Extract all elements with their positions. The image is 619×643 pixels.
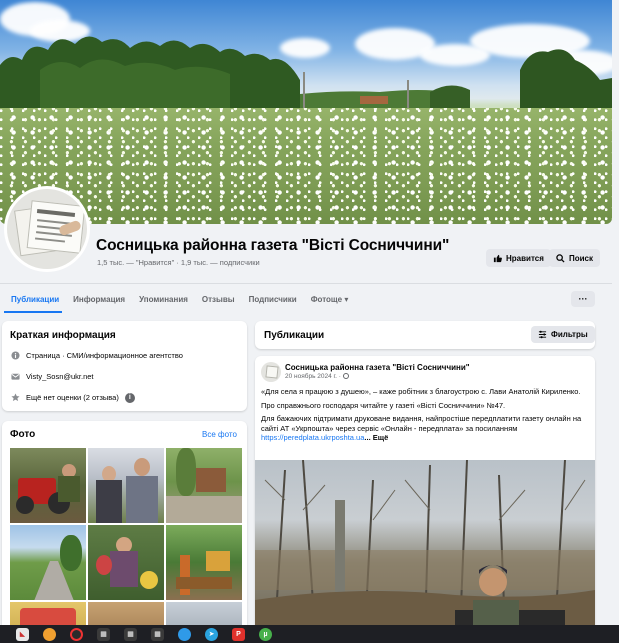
post-author-avatar[interactable] — [261, 362, 281, 382]
telegram-icon[interactable]: ➤ — [205, 627, 218, 641]
filters-button[interactable]: Фильтры — [531, 326, 595, 343]
tree-line — [0, 36, 612, 110]
photo-two-people[interactable] — [88, 448, 164, 523]
all-photos-link[interactable]: Все фото — [202, 430, 237, 439]
about-category: Страница · СМИ/информационное агентство — [10, 345, 242, 366]
star-icon — [10, 393, 20, 403]
rating-info-badge[interactable]: i — [124, 392, 135, 403]
chevron-down-icon: ▾ — [344, 294, 349, 304]
post-paragraph-2: Про справжнього господаря читайте у газе… — [261, 400, 506, 410]
photo-park-path[interactable] — [166, 448, 242, 523]
about-title: Краткая информация — [10, 330, 116, 341]
tab-followers[interactable]: Подписчики — [242, 285, 304, 313]
see-more-link[interactable]: ... Ещё — [364, 433, 388, 442]
daffodil-field — [0, 108, 612, 224]
post-date[interactable]: 20 ноябрь 2024 г. — [285, 373, 337, 380]
post-date-separator: · — [338, 373, 341, 380]
tab-reviews[interactable]: Отзывы — [195, 285, 242, 313]
about-card: Краткая информация Страница · СМИ/информ… — [2, 321, 247, 411]
post-paragraph-3: Для бажаючих підтримати друковане виданн… — [261, 414, 582, 442]
about-rating: Ещё нет оценки (2 отзыва) i — [10, 387, 242, 408]
profile-avatar[interactable] — [4, 186, 90, 272]
tab-more[interactable]: Фотоще ▾ — [304, 285, 356, 313]
filter-icon — [538, 330, 547, 339]
os-taskbar: ◣ ▦ ▦ ▦ ➤ P µ — [0, 625, 619, 643]
photo-woman-flowers[interactable] — [88, 525, 164, 600]
post-body: «Для села я працюю з душею», – каже робі… — [261, 387, 589, 447]
photo-sidewalk[interactable] — [10, 525, 86, 600]
tab-publications[interactable]: Публикации — [0, 285, 66, 313]
tab-mentions[interactable]: Упоминания — [132, 285, 195, 313]
photo-tractor[interactable] — [10, 448, 86, 523]
video-icon[interactable]: ▦ — [124, 627, 137, 641]
photos-card: Фото Все фото — [2, 421, 247, 631]
app-icon-1[interactable]: ◣ — [16, 627, 29, 641]
header-divider — [0, 283, 612, 284]
like-button-label: Нравится — [506, 253, 544, 263]
pdf-icon[interactable]: P — [232, 627, 245, 641]
post-meta: 20 ноябрь 2024 г. · — [285, 373, 349, 380]
post-image[interactable] — [255, 460, 595, 631]
photo-playground[interactable] — [166, 525, 242, 600]
search-button[interactable]: Поиск — [549, 249, 601, 267]
browser-icon[interactable] — [43, 627, 56, 641]
mail-icon — [10, 372, 20, 382]
editor-icon[interactable]: ▦ — [151, 627, 164, 641]
about-email[interactable]: Visty_Sosn@ukr.net — [10, 366, 242, 387]
photos-title: Фото — [10, 429, 36, 440]
cover-photo[interactable] — [0, 0, 612, 224]
edge-icon[interactable] — [178, 627, 191, 641]
filters-button-label: Фильтры — [551, 330, 588, 339]
post-paragraph-1: «Для села я працюю з душею», – каже робі… — [261, 387, 581, 396]
thumbs-up-icon — [493, 254, 502, 262]
publications-title: Публикации — [264, 330, 325, 341]
post-card: Сосницька районна газета "Вісті Сосниччи… — [255, 356, 595, 631]
post-author-name[interactable]: Сосницька районна газета "Вісті Сосниччи… — [285, 363, 470, 372]
search-icon — [556, 253, 565, 263]
media-icon[interactable]: ▦ — [97, 627, 110, 641]
post-link[interactable]: https://peredplata.ukrposhta.ua — [261, 433, 364, 442]
more-options-button[interactable]: ··· — [571, 291, 595, 307]
like-button[interactable]: Нравится — [486, 249, 551, 267]
globe-icon — [342, 373, 349, 380]
record-icon[interactable] — [70, 627, 83, 641]
page-stats[interactable]: 1,5 тыс. — "Нравится" · 1,9 тыс. — подпи… — [97, 258, 260, 267]
search-button-label: Поиск — [569, 253, 594, 263]
torrent-icon[interactable]: µ — [259, 627, 272, 641]
info-icon — [10, 351, 20, 361]
tab-information[interactable]: Информация — [66, 285, 132, 313]
publications-header-card: Публикации Фильтры — [255, 321, 595, 349]
post-image-scene — [255, 460, 595, 631]
page-tabs: Публикации Информация Упоминания Отзывы … — [0, 285, 612, 313]
page-title: Сосницька районна газета "Вісті Сосниччи… — [96, 237, 450, 254]
